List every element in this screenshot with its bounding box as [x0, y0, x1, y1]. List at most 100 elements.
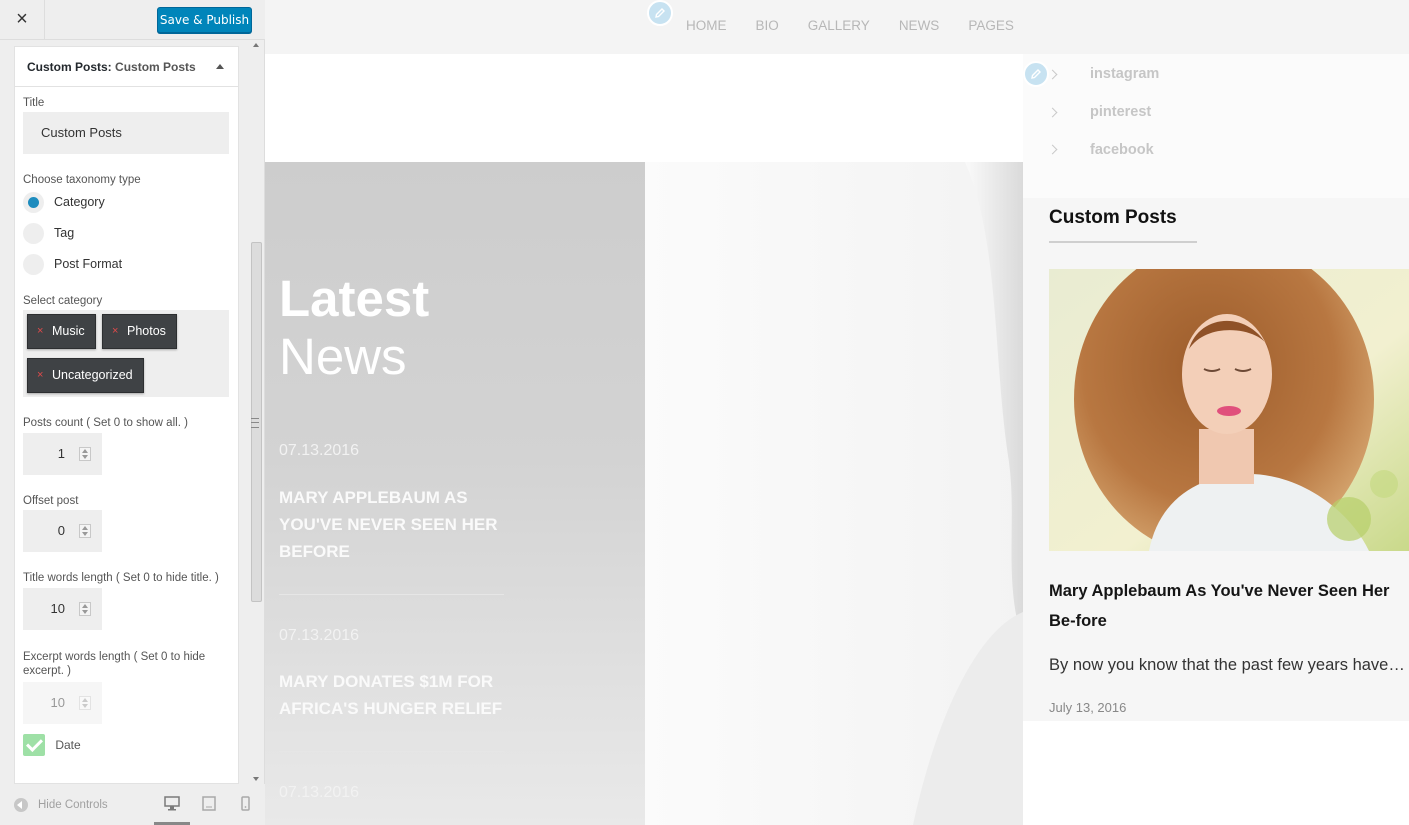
- widget-name: Custom Posts: [115, 59, 196, 74]
- chevron-right-icon: [1047, 107, 1058, 118]
- nav-news[interactable]: NEWS: [899, 18, 940, 33]
- nav-bio[interactable]: BIO: [756, 18, 779, 33]
- title-label: Title: [23, 97, 45, 109]
- chip-label: Uncategorized: [52, 368, 133, 382]
- scroll-up-icon[interactable]: [253, 43, 259, 47]
- customizer-sidebar: × Save & Publish Custom Posts: Custom Po…: [0, 0, 265, 825]
- triangle-up-icon[interactable]: [216, 64, 224, 69]
- resize-grip-icon[interactable]: [251, 418, 259, 428]
- news-title-link[interactable]: MARY APPLEBAUM AS YOU'VE NEVER SEEN HER …: [279, 484, 509, 565]
- chip-label: Music: [52, 324, 85, 338]
- nav-home[interactable]: HOME: [686, 18, 727, 33]
- chevron-right-icon: [1047, 69, 1058, 80]
- tablet-icon[interactable]: [202, 796, 216, 811]
- pencil-icon[interactable]: [1023, 61, 1049, 87]
- social-link-instagram[interactable]: instagram: [1090, 66, 1159, 82]
- social-links-widget: instagram pinterest facebook: [1023, 54, 1409, 198]
- title-input[interactable]: Custom Posts: [23, 112, 229, 154]
- spinner-icon[interactable]: [79, 524, 91, 538]
- category-label: Select category: [23, 295, 103, 307]
- customizer-footer: Hide Controls: [0, 784, 265, 825]
- site-preview: HOME BIO GALLERY NEWS PAGES Latest News …: [265, 0, 1409, 825]
- site-header: HOME BIO GALLERY NEWS PAGES: [265, 0, 1409, 54]
- category-select[interactable]: × Music × Photos × Uncategorized: [23, 310, 229, 397]
- widget-form: Title Custom Posts Choose taxonomy type …: [15, 97, 238, 756]
- radio-row-category[interactable]: Category: [23, 187, 230, 217]
- category-chip-photos[interactable]: × Photos: [102, 314, 177, 349]
- offset-stepper[interactable]: 0: [23, 510, 102, 552]
- spinner-icon[interactable]: [79, 447, 91, 461]
- spinner-icon[interactable]: [79, 602, 91, 616]
- desktop-icon[interactable]: [164, 796, 180, 811]
- news-divider: [279, 594, 504, 595]
- date-label: Date: [55, 738, 81, 752]
- date-checkbox-row[interactable]: Date: [23, 734, 230, 756]
- posts-count-stepper[interactable]: 1: [23, 433, 102, 475]
- nav-pages[interactable]: PAGES: [968, 18, 1014, 33]
- news-panel: Latest News 07.13.2016 MARY APPLEBAUM AS…: [265, 162, 645, 825]
- main-nav: HOME BIO GALLERY NEWS PAGES: [686, 18, 1014, 33]
- news-date: 07.13.2016: [279, 627, 360, 644]
- radio-row-tag[interactable]: Tag: [23, 218, 230, 248]
- date-checkbox[interactable]: [23, 734, 45, 756]
- posts-count-value: 1: [57, 446, 65, 461]
- radio-row-post-format[interactable]: Post Format: [23, 249, 230, 279]
- nav-gallery[interactable]: GALLERY: [808, 18, 870, 33]
- latest-news-section: Latest News 07.13.2016 MARY APPLEBAUM AS…: [265, 162, 1023, 825]
- news-heading: News: [279, 328, 407, 385]
- sidebar-widgets: instagram pinterest facebook Custom Post…: [1023, 54, 1409, 825]
- excerpt-words-stepper[interactable]: 10: [23, 682, 102, 724]
- social-link-facebook[interactable]: facebook: [1090, 142, 1154, 158]
- taxonomy-label: Choose taxonomy type: [23, 174, 141, 186]
- title-underline: [1049, 241, 1197, 243]
- radio-tag[interactable]: [23, 222, 44, 244]
- offset-label: Offset post: [23, 495, 79, 507]
- news-title-link[interactable]: MARY DONATES $1M FOR AFRICA'S HUNGER REL…: [279, 668, 509, 722]
- radio-label-category: Category: [54, 195, 105, 209]
- widget-title: Custom Posts: Custom Posts: [27, 60, 196, 74]
- post-excerpt: By now you know that the past few years …: [1049, 656, 1405, 674]
- social-link-pinterest[interactable]: pinterest: [1090, 104, 1151, 120]
- news-divider: [279, 751, 504, 752]
- post-featured-image[interactable]: [1049, 269, 1409, 551]
- excerpt-words-label: Excerpt words length ( Set 0 to hide exc…: [23, 651, 206, 677]
- remove-icon[interactable]: ×: [112, 315, 118, 348]
- save-publish-button[interactable]: Save & Publish: [157, 7, 252, 33]
- remove-icon[interactable]: ×: [37, 359, 43, 392]
- widget-prefix: Custom Posts:: [27, 59, 112, 74]
- news-date: 07.13.2016: [279, 442, 360, 459]
- title-words-label: Title words length ( Set 0 to hide title…: [23, 572, 219, 584]
- chevron-right-icon: [1047, 144, 1058, 155]
- title-words-stepper[interactable]: 10: [23, 588, 102, 630]
- custom-posts-title: Custom Posts: [1049, 207, 1177, 228]
- widget-title-bar[interactable]: Custom Posts: Custom Posts: [15, 47, 238, 87]
- arrow-left-circle-icon: [14, 798, 28, 812]
- scroll-down-icon[interactable]: [253, 777, 259, 781]
- radio-category[interactable]: [23, 191, 44, 213]
- radio-label-tag: Tag: [54, 226, 75, 240]
- category-chip-music[interactable]: × Music: [27, 314, 96, 349]
- chip-label: Photos: [127, 324, 166, 338]
- remove-icon[interactable]: ×: [37, 315, 43, 348]
- posts-count-label: Posts count ( Set 0 to show all. ): [23, 417, 188, 429]
- radio-post-format[interactable]: [23, 253, 44, 275]
- excerpt-words-value: 10: [50, 695, 65, 710]
- post-title-link[interactable]: Mary Applebaum As You've Never Seen Her …: [1049, 576, 1407, 636]
- latest-heading: Latest: [279, 270, 430, 327]
- pencil-icon[interactable]: [647, 0, 673, 26]
- mobile-icon[interactable]: [241, 796, 250, 811]
- hide-controls-button[interactable]: Hide Controls: [14, 798, 108, 812]
- customizer-header: × Save & Publish: [0, 0, 265, 40]
- spinner-icon[interactable]: [79, 696, 91, 710]
- category-chip-uncategorized[interactable]: × Uncategorized: [27, 358, 144, 393]
- widget-panel: Custom Posts: Custom Posts Title Custom …: [14, 46, 239, 784]
- post-date: July 13, 2016: [1049, 700, 1127, 715]
- radio-label-post-format: Post Format: [54, 257, 123, 271]
- hero-background-image: [913, 162, 1023, 825]
- hide-controls-label: Hide Controls: [38, 799, 108, 811]
- panel-scrollbar[interactable]: [249, 40, 265, 784]
- close-icon[interactable]: ×: [0, 0, 45, 40]
- offset-value: 0: [57, 523, 65, 538]
- news-date: 07.13.2016: [279, 784, 360, 801]
- title-words-value: 10: [50, 601, 65, 616]
